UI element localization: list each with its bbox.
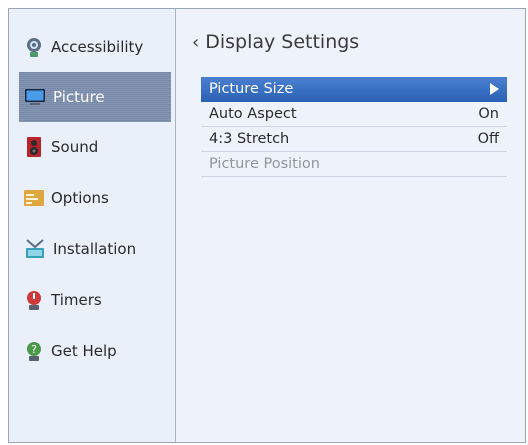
sidebar-item-installation[interactable]: Installation xyxy=(19,224,171,274)
chevron-right-icon xyxy=(490,83,499,95)
sidebar-item-accessibility[interactable]: Accessibility xyxy=(19,22,171,72)
setting-label: Picture Size xyxy=(209,81,294,97)
setting-row-4-3-stretch[interactable]: 4:3 Stretch Off xyxy=(201,127,507,152)
sidebar-item-label: Installation xyxy=(53,240,137,258)
help-icon: ? xyxy=(27,342,41,361)
setting-label: Auto Aspect xyxy=(209,106,297,122)
chevron-left-icon[interactable]: ‹ xyxy=(192,32,199,53)
page-title-text: Display Settings xyxy=(205,31,360,53)
setting-row-picture-position: Picture Position xyxy=(201,152,507,177)
sidebar-item-options[interactable]: Options xyxy=(19,173,171,223)
settings-list: Picture Size Auto Aspect On 4:3 Stretch … xyxy=(201,77,507,177)
sidebar-item-label: Picture xyxy=(53,88,105,106)
svg-text:?: ? xyxy=(31,343,37,356)
setting-label: 4:3 Stretch xyxy=(209,131,290,147)
options-icon xyxy=(24,190,44,206)
tv-icon xyxy=(25,89,45,105)
antenna-icon xyxy=(26,239,44,258)
setting-row-auto-aspect[interactable]: Auto Aspect On xyxy=(201,102,507,127)
page-title: ‹ Display Settings xyxy=(192,31,359,53)
settings-window: Accessibility Picture Sound Options Inst… xyxy=(8,8,526,443)
main-panel: ‹ Display Settings Picture Size Auto Asp… xyxy=(176,9,525,442)
sidebar-item-label: Accessibility xyxy=(51,38,144,56)
sidebar-item-get-help[interactable]: ? Get Help xyxy=(19,326,171,376)
setting-value: Off xyxy=(477,131,499,147)
accessibility-icon xyxy=(27,38,41,57)
sidebar-item-label: Sound xyxy=(51,138,99,156)
sidebar-item-sound[interactable]: Sound xyxy=(19,122,171,172)
setting-value: On xyxy=(478,106,499,122)
sidebar: Accessibility Picture Sound Options Inst… xyxy=(9,9,176,442)
sidebar-item-label: Timers xyxy=(51,291,102,309)
setting-label: Picture Position xyxy=(209,156,320,172)
sidebar-item-picture[interactable]: Picture xyxy=(19,72,171,122)
sidebar-item-label: Options xyxy=(51,189,109,207)
setting-row-picture-size[interactable]: Picture Size xyxy=(201,77,507,102)
sidebar-item-label: Get Help xyxy=(51,342,117,360)
sidebar-item-timers[interactable]: Timers xyxy=(19,275,171,325)
speaker-icon xyxy=(27,137,41,157)
timer-icon xyxy=(27,291,41,310)
